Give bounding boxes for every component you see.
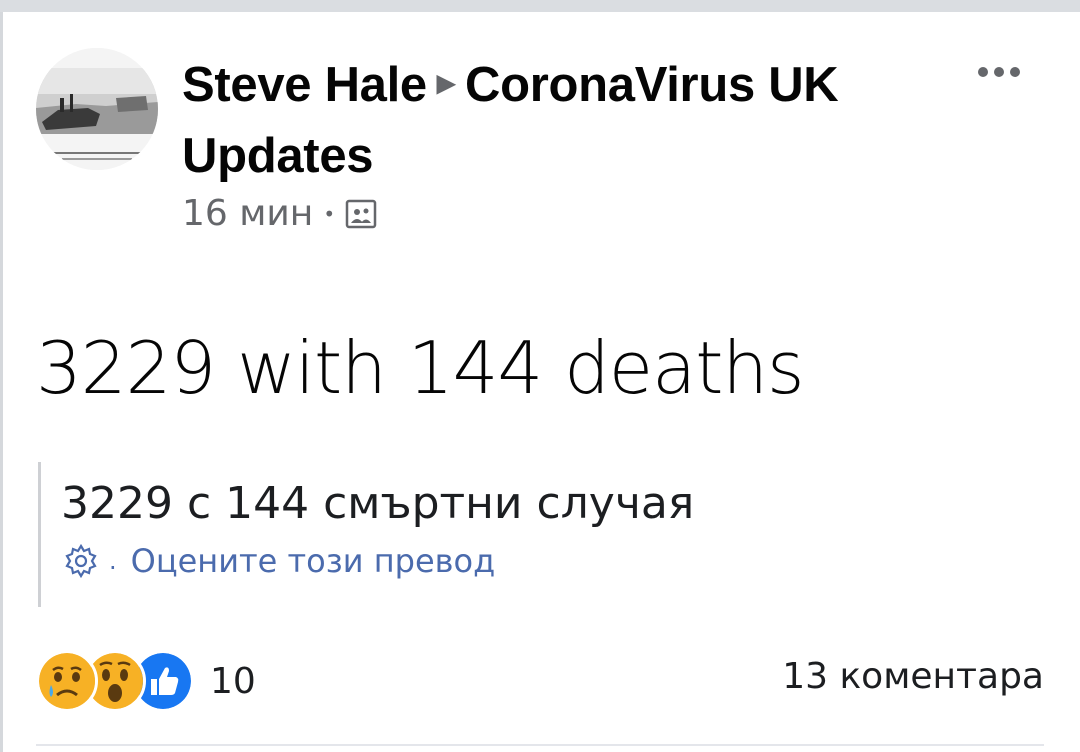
arrow-right-icon: ▶: [436, 70, 456, 97]
rate-translation-link[interactable]: Оцените този превод: [131, 542, 496, 580]
post-meta: 16 мин •: [182, 193, 377, 234]
translation-block: 3229 с 144 смъртни случая . Оцените този…: [38, 462, 941, 607]
author-name[interactable]: Steve Hale: [182, 58, 427, 112]
left-edge: [0, 12, 3, 752]
more-options-icon: [978, 67, 1020, 77]
meta-separator-dot: •: [323, 201, 336, 226]
top-separator: [0, 0, 1080, 12]
header-line-2: Updates: [182, 124, 942, 188]
author-avatar[interactable]: [36, 48, 158, 170]
comments-count[interactable]: 13 коментара: [782, 656, 1044, 697]
footer-divider: [36, 744, 1044, 746]
sad-reaction-icon: [36, 650, 98, 712]
rate-translation-row[interactable]: . Оцените този превод: [63, 542, 495, 580]
group-name-continued[interactable]: Updates: [182, 129, 374, 183]
more-options-button[interactable]: [966, 52, 1032, 92]
group-audience-icon: [345, 198, 377, 230]
header-line-1: Steve Hale ▶ CoronaVirus UK: [182, 52, 942, 124]
post-time[interactable]: 16 мин: [182, 193, 313, 234]
avatar-image: [36, 48, 158, 170]
reaction-count[interactable]: 10: [210, 661, 256, 702]
reactions-summary[interactable]: 10: [36, 650, 256, 712]
post-header: Steve Hale ▶ CoronaVirus UK Updates: [182, 52, 942, 188]
post-text: 3229 with 144 deaths: [36, 326, 805, 410]
group-name[interactable]: CoronaVirus UK: [465, 58, 839, 112]
rate-separator: .: [109, 547, 117, 575]
gear-icon: [65, 543, 97, 579]
translation-text: 3229 с 144 смъртни случая: [61, 478, 695, 529]
